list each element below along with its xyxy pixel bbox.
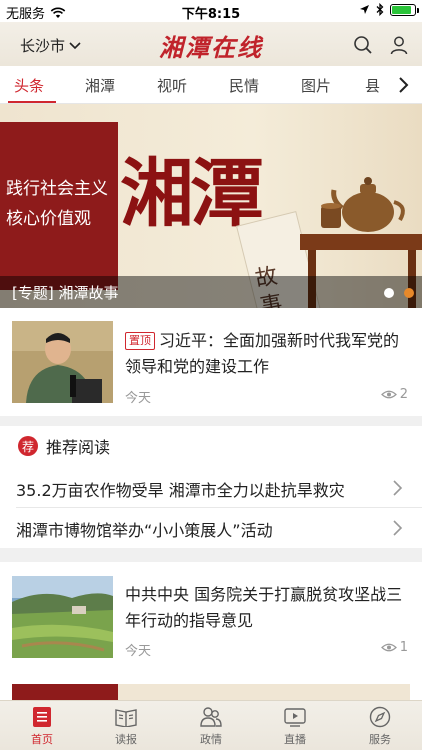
people-icon: [199, 705, 223, 729]
news-title-text: 习近平：全面加强新时代我军党的领导和党的建设工作: [125, 331, 400, 376]
news-item-1[interactable]: 置顶 习近平：全面加强新时代我军党的领导和党的建设工作 今天 2: [0, 308, 422, 416]
search-button[interactable]: [352, 34, 374, 56]
tabbar-label: 读报: [115, 733, 137, 746]
recommended-item-text: 湘潭市博物馆举办“小小策展人”活动: [16, 521, 273, 540]
carousel-dot-2[interactable]: [404, 288, 414, 298]
location-icon: [360, 5, 369, 14]
next-news-preview-red: [12, 684, 118, 700]
banner-slogan: 践行社会主义 核心价值观: [6, 174, 108, 234]
tabbar-home[interactable]: 首页: [12, 705, 72, 747]
bottom-tab-bar: 首页 读报 政情 直播 服务: [0, 700, 422, 750]
recommended-item-1[interactable]: 35.2万亩农作物受旱 湘潭市全力以赴抗旱救灾: [0, 468, 422, 508]
active-tab-indicator: [8, 101, 56, 103]
status-right: [359, 3, 419, 16]
views-count: 2: [399, 387, 408, 402]
status-bar: 无服务 下午8:15: [0, 0, 422, 22]
tab-audiovisual[interactable]: 视听: [157, 75, 187, 96]
user-icon: [390, 36, 408, 55]
recommended-title: 推荐阅读: [46, 438, 111, 457]
tabbar-label: 直播: [284, 733, 306, 746]
section-separator: [0, 416, 422, 426]
banner-slogan-line1: 践行社会主义: [6, 179, 108, 199]
section-separator: [0, 548, 422, 562]
chevron-right-icon: [393, 480, 403, 496]
recommended-header: 荐 推荐阅读: [18, 434, 110, 458]
chevron-right-icon: [393, 520, 403, 536]
tab-pictures[interactable]: 图片: [301, 75, 331, 96]
eye-icon: [380, 643, 397, 652]
tab-headlines[interactable]: 头条: [14, 75, 44, 96]
home-icon: [30, 705, 54, 729]
tabbar-services[interactable]: 服务: [350, 705, 410, 747]
news-title-1: 置顶 习近平：全面加强新时代我军党的领导和党的建设工作: [125, 328, 408, 380]
tabbar-live[interactable]: 直播: [265, 705, 325, 747]
battery-level: [392, 5, 411, 14]
more-tabs-button[interactable]: [392, 74, 414, 96]
next-news-preview[interactable]: [12, 684, 410, 700]
banner-carousel[interactable]: 践行社会主义 核心价值观 湘潭 故事 [专题] 湘潭故事: [0, 104, 422, 308]
recommended-item-2[interactable]: 湘潭市博物馆举办“小小策展人”活动: [0, 508, 422, 548]
tabbar-newspaper[interactable]: 读报: [96, 705, 156, 747]
tabbar-label: 服务: [369, 733, 391, 746]
user-button[interactable]: [388, 34, 410, 56]
eye-icon: [380, 390, 397, 399]
search-icon: [354, 36, 372, 54]
banner-table: [300, 234, 422, 250]
newspaper-icon: [114, 705, 138, 729]
banner-caption: [专题] 湘潭故事: [0, 276, 422, 308]
news-item-2[interactable]: 中共中央 国务院关于打赢脱贫攻坚战三年行动的指导意见 今天 1: [0, 562, 422, 672]
news-photo-leader: [12, 321, 113, 403]
carousel-dot-1[interactable]: [384, 288, 394, 298]
tab-public-opinion[interactable]: 民情: [229, 75, 259, 96]
news-time-2: 今天: [125, 644, 152, 659]
header-actions: [352, 34, 410, 56]
news-thumbnail: [12, 321, 113, 403]
news-views-2: 1: [380, 640, 408, 655]
tabbar-label: 政情: [200, 733, 222, 746]
recommended-item-text: 35.2万亩农作物受旱 湘潭市全力以赴抗旱救灾: [16, 481, 345, 500]
tab-xiangtan[interactable]: 湘潭: [85, 75, 115, 96]
news-time-1: 今天: [125, 391, 152, 406]
live-icon: [283, 705, 307, 729]
news-views-1: 2: [380, 387, 408, 402]
teacup-icon: [321, 203, 341, 228]
news-thumbnail: [12, 576, 113, 658]
channel-tabs: 头条 湘潭 视听 民情 图片 县: [0, 66, 422, 104]
news-photo-landscape: [12, 576, 113, 658]
carousel-dots: [384, 288, 414, 298]
pinned-badge: 置顶: [125, 332, 155, 350]
recommend-badge-icon: 荐: [18, 436, 38, 456]
app-header: 长沙市 湘潭在线: [0, 22, 422, 66]
news-title-2: 中共中央 国务院关于打赢脱贫攻坚战三年行动的指导意见: [125, 585, 403, 630]
tabbar-politics[interactable]: 政情: [181, 705, 241, 747]
views-count: 1: [399, 640, 408, 655]
bluetooth-icon: [376, 3, 384, 16]
compass-icon: [368, 705, 392, 729]
tab-county[interactable]: 县: [365, 75, 380, 96]
chevron-right-icon: [399, 77, 409, 93]
tabbar-label: 首页: [31, 733, 53, 746]
battery-icon: [390, 3, 419, 16]
banner-slogan-line2: 核心价值观: [6, 209, 91, 229]
